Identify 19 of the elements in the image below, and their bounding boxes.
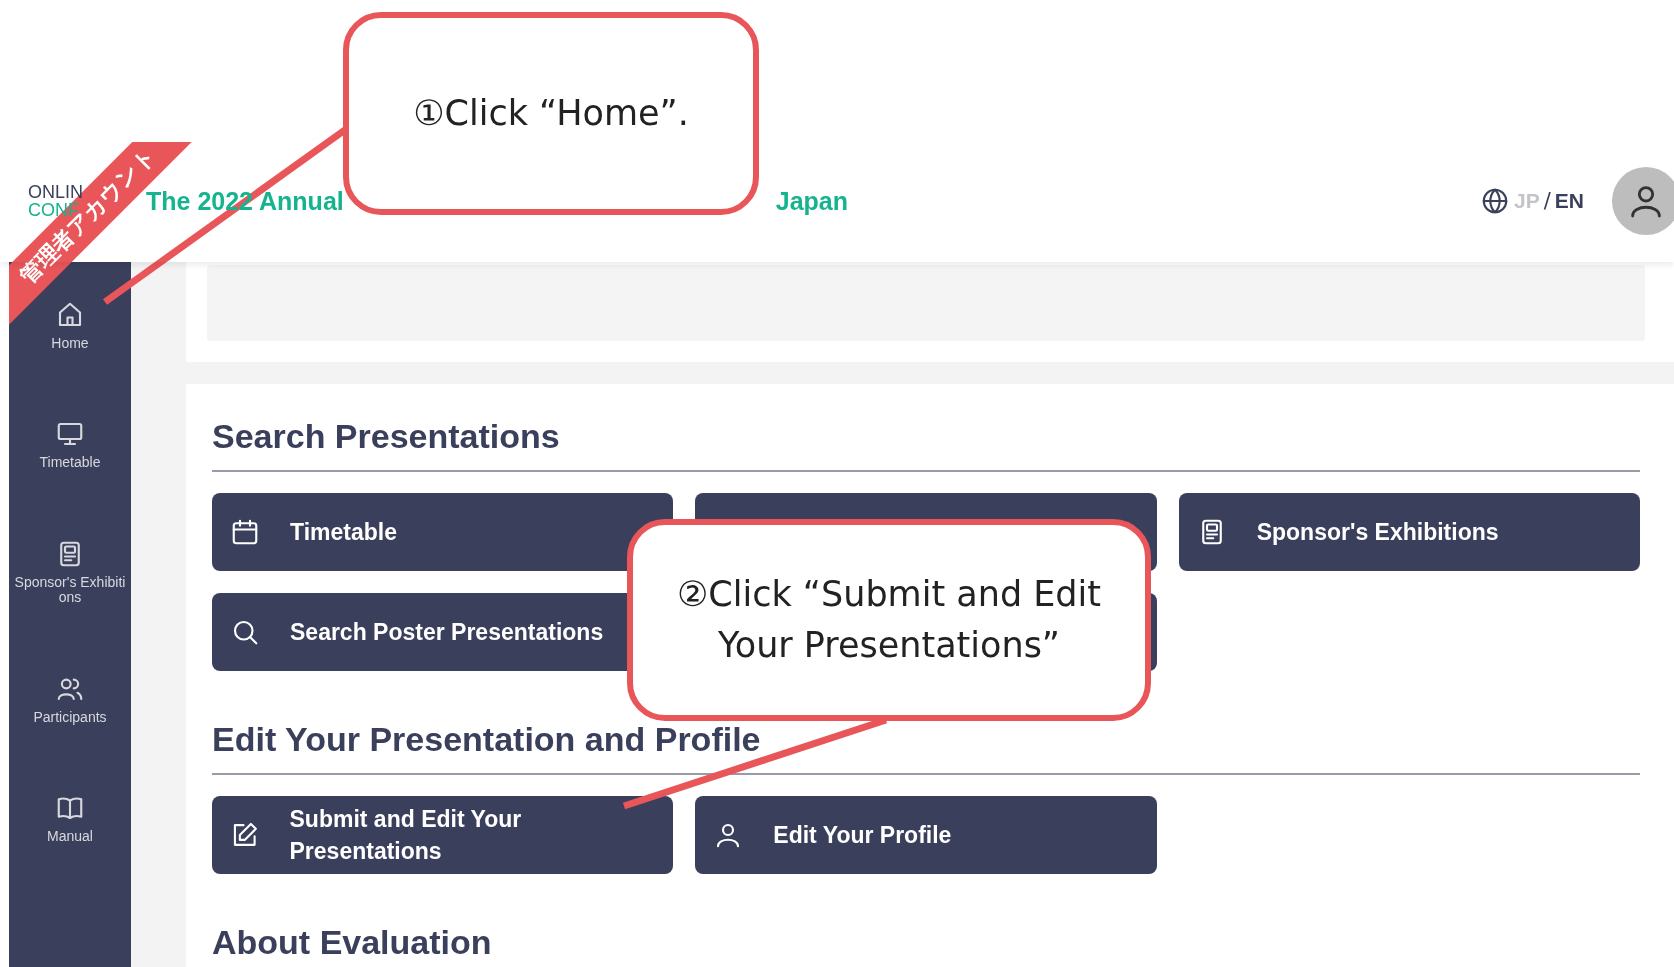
language-separator: / [1543, 189, 1551, 213]
annotation-tooltip: ②Click “Submit and Edit Your Presentations” [627, 519, 1151, 721]
menu-button[interactable]: Submit and Edit Your Presentations [212, 796, 674, 875]
sidebar-item[interactable]: Home [51, 300, 89, 352]
section-title: Edit Your Presentation and Profile [212, 719, 762, 761]
menu-button[interactable]: Timetable [212, 493, 674, 572]
annotation-tooltip: ①Click “Home”. [343, 12, 759, 215]
sidebar-item[interactable]: Timetable [39, 419, 101, 471]
sidebar-item[interactable]: Participants [33, 673, 107, 725]
section-title: About Evaluation [212, 922, 493, 964]
sidebar-item[interactable]: Manual [47, 792, 93, 845]
conference-title: Japan [775, 186, 848, 216]
language-option[interactable]: EN [1554, 189, 1584, 213]
avatar[interactable] [1612, 167, 1674, 235]
section-title: Search Presentations [212, 416, 561, 457]
menu-button[interactable]: Edit Your Profile [695, 796, 1157, 875]
menu-button[interactable]: Sponsor's Exhibitions [1178, 493, 1640, 572]
sidebar-item[interactable]: Sponsor's Exhibitions [14, 538, 126, 606]
logo-text: ONLIN [28, 183, 83, 201]
